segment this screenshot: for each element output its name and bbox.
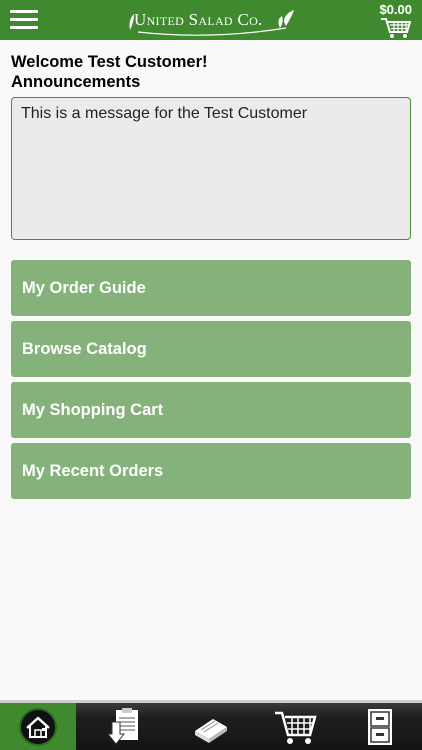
my-shopping-cart-button[interactable]: My Shopping Cart bbox=[11, 382, 411, 438]
announcements-heading: Announcements bbox=[11, 73, 141, 91]
welcome-heading: Welcome Test Customer! bbox=[11, 53, 208, 71]
catalog-book-icon bbox=[195, 718, 227, 743]
app-header: United Salad Co. $0.00 bbox=[0, 0, 422, 40]
announcement-box: This is a message for the Test Customer bbox=[11, 97, 411, 240]
cart-total: $0.00 bbox=[379, 2, 412, 17]
tab-recent-orders[interactable] bbox=[338, 703, 422, 750]
my-order-guide-button[interactable]: My Order Guide bbox=[11, 260, 411, 316]
clipboard-download-icon bbox=[106, 707, 138, 745]
tab-home[interactable] bbox=[0, 703, 76, 750]
browse-catalog-button[interactable]: Browse Catalog bbox=[11, 321, 411, 377]
shopping-cart-icon bbox=[275, 711, 317, 744]
announcement-message: This is a message for the Test Customer bbox=[21, 105, 308, 122]
united-salad-logo: United Salad Co. bbox=[126, 6, 296, 36]
tab-order-guide[interactable] bbox=[84, 703, 168, 750]
shopping-cart-icon[interactable] bbox=[380, 17, 412, 39]
hamburger-menu-icon[interactable] bbox=[10, 9, 38, 31]
tab-shopping-cart[interactable] bbox=[253, 703, 337, 750]
tab-catalog[interactable] bbox=[169, 703, 253, 750]
file-cabinet-icon bbox=[368, 708, 392, 745]
logo-text: United Salad Co. bbox=[134, 10, 263, 29]
home-icon bbox=[19, 707, 57, 746]
my-recent-orders-button[interactable]: My Recent Orders bbox=[11, 443, 411, 499]
bottom-tab-bar bbox=[0, 700, 422, 750]
